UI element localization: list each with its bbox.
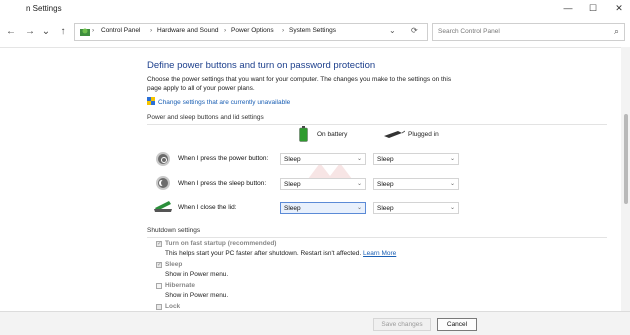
sleep-button-label: When I press the sleep button: — [178, 180, 267, 187]
learn-more-link[interactable]: Learn More — [363, 250, 396, 257]
select-value: Sleep — [284, 156, 301, 163]
change-settings-link[interactable]: Change settings that are currently unava… — [147, 97, 290, 106]
chevron-down-icon: ⌄ — [356, 156, 362, 162]
search-box[interactable]: Search Control Panel ⌕ — [432, 23, 625, 41]
window-title: n Settings — [26, 4, 62, 13]
refresh-icon[interactable]: ⟳ — [411, 26, 418, 35]
sleep-sub: Show in Power menu. — [165, 271, 229, 278]
control-panel-icon — [80, 28, 90, 36]
address-dropdown-icon[interactable]: ⌄ — [389, 26, 396, 35]
cancel-button[interactable]: Cancel — [437, 318, 477, 331]
up-button[interactable]: ↑ — [56, 26, 70, 37]
breadcrumb-separator: › — [282, 27, 285, 34]
select-value: Sleep — [284, 181, 301, 188]
back-button[interactable]: ← — [4, 26, 18, 37]
page-title: Define power buttons and turn on passwor… — [147, 60, 376, 71]
chevron-down-icon: ⌄ — [449, 181, 455, 187]
fast-startup-checkbox[interactable]: ✓ — [156, 241, 162, 247]
power-button-icon — [156, 152, 170, 166]
footer-bar: Save changes Cancel — [0, 311, 630, 335]
scrollbar-thumb[interactable] — [624, 114, 628, 204]
power-button-plugged-select[interactable]: Sleep ⌄ — [373, 153, 459, 165]
breadcrumb-system-settings[interactable]: System Settings — [289, 27, 336, 34]
close-lid-battery-select[interactable]: Sleep ⌄ — [280, 202, 366, 214]
address-bar[interactable]: › Control Panel › Hardware and Sound › P… — [74, 23, 428, 41]
hibernate-sub: Show in Power menu. — [165, 292, 229, 299]
laptop-lid-icon — [154, 201, 172, 212]
select-value: Sleep — [377, 205, 394, 212]
sleep-checkbox[interactable]: ✓ — [156, 262, 162, 268]
shutdown-section-title: Shutdown settings — [147, 227, 201, 234]
minimize-button[interactable]: — — [560, 3, 576, 13]
change-settings-label[interactable]: Change settings that are currently unava… — [158, 99, 290, 106]
power-plug-icon — [384, 130, 405, 138]
hibernate-label: Hibernate — [165, 282, 195, 289]
address-row: ← → ⌄ ↑ › Control Panel › Hardware and S… — [0, 19, 630, 47]
breadcrumb-separator: › — [150, 27, 153, 34]
chevron-down-icon: ⌄ — [449, 205, 455, 211]
chevron-down-icon: ⌄ — [356, 205, 362, 211]
fast-startup-sub: This helps start your PC faster after sh… — [165, 250, 362, 257]
select-value: Sleep — [284, 205, 301, 212]
maximize-button[interactable]: ☐ — [585, 3, 601, 14]
search-input[interactable]: Search Control Panel — [438, 28, 500, 35]
sleep-button-icon — [156, 176, 170, 190]
plugged-in-header: Plugged in — [408, 131, 439, 138]
recent-dropdown-button[interactable]: ⌄ — [39, 26, 53, 37]
close-lid-plugged-select[interactable]: Sleep ⌄ — [373, 202, 459, 214]
title-bar: n Settings — ☐ ✕ — [0, 0, 630, 19]
sleep-button-plugged-select[interactable]: Sleep ⌄ — [373, 178, 459, 190]
fast-startup-description: This helps start your PC faster after sh… — [165, 250, 396, 257]
close-lid-label: When I close the lid: — [178, 204, 237, 211]
search-icon[interactable]: ⌕ — [614, 26, 619, 37]
chevron-down-icon: ⌄ — [449, 156, 455, 162]
close-button[interactable]: ✕ — [611, 3, 627, 14]
breadcrumb-separator: › — [224, 27, 227, 34]
scrollbar[interactable] — [621, 47, 630, 311]
breadcrumb-power-options[interactable]: Power Options — [231, 27, 274, 34]
section-divider — [147, 237, 607, 238]
section-divider — [147, 124, 607, 125]
uac-shield-icon — [147, 97, 155, 105]
power-section-title: Power and sleep buttons and lid settings — [147, 114, 264, 121]
battery-icon — [299, 126, 308, 142]
breadcrumb-separator: › — [92, 27, 95, 34]
power-button-battery-select[interactable]: Sleep ⌄ — [280, 153, 366, 165]
sleep-label: Sleep — [165, 261, 183, 268]
breadcrumb-control-panel[interactable]: Control Panel — [101, 27, 140, 34]
select-value: Sleep — [377, 156, 394, 163]
sleep-button-battery-select[interactable]: Sleep ⌄ — [280, 178, 366, 190]
select-value: Sleep — [377, 181, 394, 188]
lock-checkbox[interactable] — [156, 304, 162, 310]
breadcrumb-hardware-sound[interactable]: Hardware and Sound — [157, 27, 218, 34]
lock-label: Lock — [165, 303, 181, 310]
page-description: Choose the power settings that you want … — [147, 76, 452, 92]
hibernate-checkbox[interactable] — [156, 283, 162, 289]
fast-startup-label: Turn on fast startup (recommended) — [165, 240, 277, 247]
power-button-label: When I press the power button: — [178, 155, 269, 162]
chevron-down-icon: ⌄ — [356, 181, 362, 187]
on-battery-header: On battery — [317, 131, 348, 138]
save-changes-button[interactable]: Save changes — [373, 318, 431, 331]
forward-button[interactable]: → — [23, 26, 37, 37]
